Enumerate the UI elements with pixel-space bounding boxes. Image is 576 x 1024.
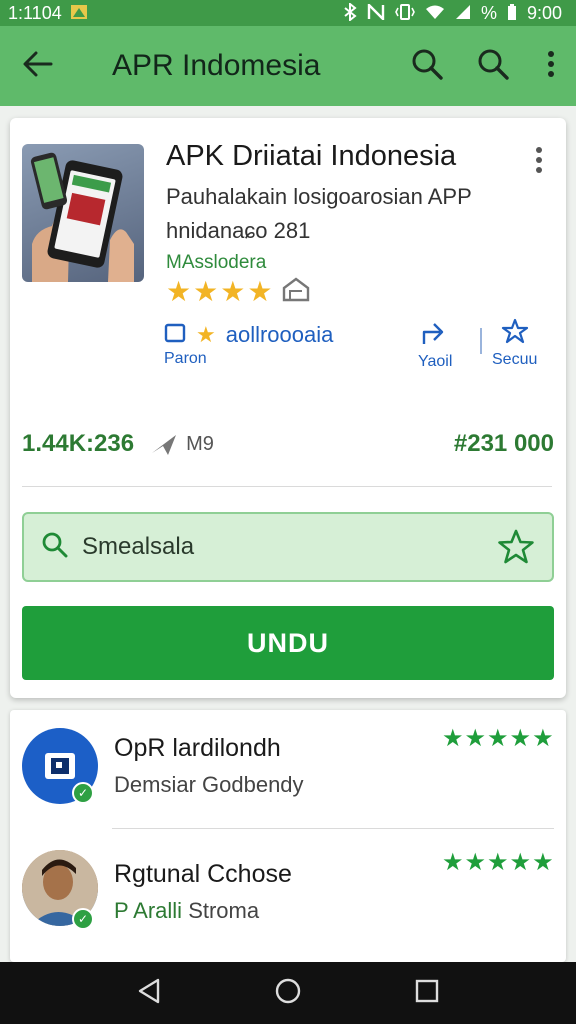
download-size: 1.44K:236 <box>22 430 135 457</box>
navigation-bar <box>0 962 576 1024</box>
back-button[interactable] <box>0 26 76 106</box>
save-label: Secuu <box>492 351 538 368</box>
search-bar[interactable] <box>22 512 554 582</box>
share-label: Yaoil <box>418 353 453 370</box>
save-icon <box>501 318 529 349</box>
download-button[interactable]: UNDU <box>22 606 554 680</box>
review-author: Rgtunal Cchose <box>114 860 292 888</box>
search-input[interactable] <box>82 533 494 561</box>
review-rating: ★★★★★ <box>442 849 555 876</box>
nav-recents-icon <box>415 979 439 1008</box>
nav-recents-button[interactable] <box>397 963 457 1023</box>
search-icon <box>42 532 68 563</box>
divider <box>22 486 552 487</box>
list-item[interactable]: ✓ OpR lardilondh Demsiar Godbendy ★★★★★ <box>10 710 566 830</box>
tag-icon <box>164 323 186 348</box>
price: #231 000 <box>453 430 554 457</box>
app-rating: ★ ★ ★ ★ <box>166 276 310 307</box>
search-icon <box>411 48 443 85</box>
stats-row: 1.44K:236 M9 #231 000 <box>22 424 554 464</box>
category-sublabel: Paron <box>164 350 207 367</box>
star-icon: ★ <box>220 275 246 307</box>
review-subtitle-accent: P Aralli <box>114 898 183 923</box>
back-arrow-icon <box>23 51 53 82</box>
meta-row: ★ aollroooaia Paron <box>164 322 333 368</box>
size-unit: M9 <box>186 432 214 455</box>
developer-link[interactable]: MAsslodera <box>166 252 266 274</box>
reviews-list: ✓ OpR lardilondh Demsiar Godbendy ★★★★★ … <box>10 710 566 962</box>
share-button[interactable]: Yaoil <box>418 320 452 371</box>
star-icon: ★ <box>193 275 219 307</box>
review-rating: ★★★★★ <box>442 725 555 752</box>
app-description: Pauhalakain losigoarosian APP <box>166 184 472 209</box>
vibrate-icon <box>395 3 415 24</box>
nav-back-button[interactable] <box>119 963 179 1023</box>
review-subtitle-rest: Stroma <box>182 898 260 923</box>
app-name: APK Driiatai Indonesia <box>166 140 457 172</box>
nav-back-icon <box>137 978 161 1009</box>
review-subtitle: P Aralli Stroma <box>114 898 259 924</box>
save-button[interactable]: Secuu <box>492 318 537 369</box>
divider <box>112 828 554 829</box>
review-author: OpR lardilondh <box>114 734 281 762</box>
search-button[interactable] <box>394 26 460 106</box>
battery-percent: % <box>480 2 497 23</box>
page-title: APR Indomesia <box>112 49 321 82</box>
app-bar: APR Indomesia <box>0 26 576 106</box>
overflow-menu-button[interactable] <box>526 26 576 106</box>
airplane-icon <box>150 431 178 457</box>
category-label: aollroooaia <box>225 322 334 347</box>
review-subtitle: Demsiar Godbendy <box>114 772 304 797</box>
verified-icon: ✓ <box>72 782 94 804</box>
app-thumbnail[interactable] <box>22 144 144 282</box>
status-time-left: 1:1104 <box>8 2 62 23</box>
nav-home-button[interactable] <box>258 963 318 1023</box>
app-more-button[interactable] <box>522 142 556 182</box>
verified-icon: ✓ <box>72 908 94 930</box>
category-chip[interactable]: ★ aollroooaia <box>164 322 333 348</box>
search-button-secondary[interactable] <box>460 26 526 106</box>
wishlist-icon[interactable] <box>282 276 310 307</box>
search-icon <box>477 48 509 85</box>
list-item[interactable]: ✓ Rgtunal Cchose P Aralli Stroma ★★★★★ <box>10 832 566 952</box>
star-icon: ★ <box>166 275 192 307</box>
signal-icon <box>455 4 471 23</box>
star-icon: ★ <box>247 275 273 307</box>
star-outline-icon[interactable] <box>494 525 538 569</box>
bluetooth-icon <box>343 1 357 24</box>
star-icon: ★ <box>196 322 216 347</box>
nav-home-icon <box>274 977 302 1010</box>
app-subtitle: hnidanaɕo 281 <box>166 218 311 243</box>
wifi-icon <box>425 4 445 23</box>
notification-icon <box>70 4 88 23</box>
app-details-card: APK Driiatai Indonesia Pauhalakain losig… <box>10 118 566 698</box>
status-bar: 1:1104 % 9:00 <box>0 0 576 26</box>
share-icon <box>420 320 450 351</box>
status-time-right: 9:00 <box>526 2 562 23</box>
more-vert-icon <box>547 50 555 83</box>
nfc-icon <box>367 1 385 23</box>
more-vert-icon <box>535 146 543 178</box>
battery-icon <box>507 3 517 24</box>
divider <box>480 328 482 354</box>
